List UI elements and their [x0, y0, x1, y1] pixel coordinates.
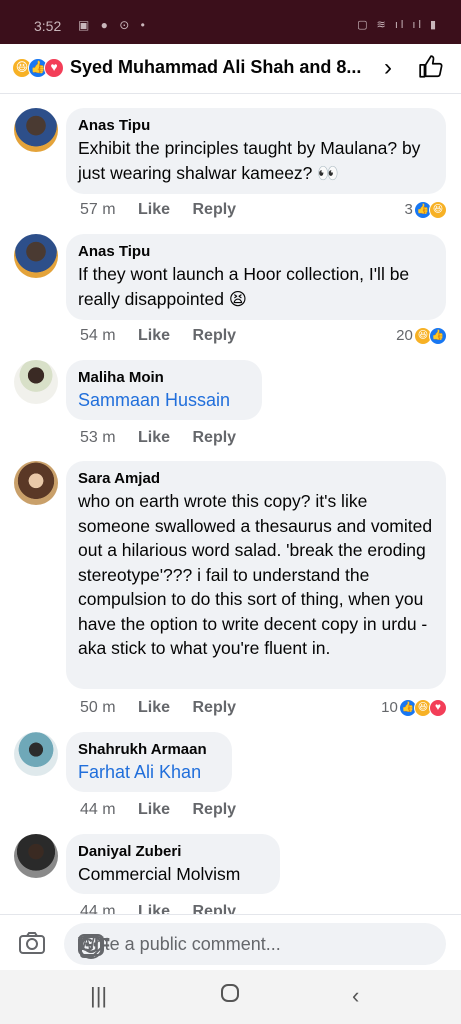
- comment-bubble[interactable]: Sara Amjad who on earth wrote this copy?…: [66, 461, 446, 689]
- avatar[interactable]: [14, 108, 58, 152]
- reply-button[interactable]: Reply: [193, 429, 237, 446]
- status-time: 3:52: [34, 18, 62, 34]
- like-button[interactable]: Like: [138, 327, 170, 344]
- reply-button[interactable]: Reply: [193, 699, 237, 716]
- comment-author[interactable]: Anas Tipu: [78, 242, 434, 262]
- post-header: 😆 👍 ♥ Syed Muhammad Ali Shah and 8... ›: [0, 44, 461, 94]
- tagged-user-link[interactable]: Sammaan Hussain: [78, 388, 250, 412]
- camera-icon[interactable]: [18, 930, 46, 961]
- like-outline-icon[interactable]: [418, 54, 444, 85]
- comment-author[interactable]: Maliha Moin: [78, 368, 250, 388]
- chevron-right-icon[interactable]: ›: [384, 54, 392, 82]
- system-nav-bar: ||| ‹: [0, 970, 461, 1024]
- reply-button[interactable]: Reply: [193, 327, 237, 344]
- reply-button[interactable]: Reply: [193, 801, 237, 818]
- recent-apps-icon[interactable]: |||: [90, 983, 107, 1009]
- comment-actions: 50 m Like Reply: [80, 699, 254, 717]
- like-icon: 👍: [429, 327, 447, 346]
- comment-time[interactable]: 44 m: [80, 801, 116, 818]
- reply-button[interactable]: Reply: [193, 201, 237, 218]
- reaction-count[interactable]: 10 👍 😆 ♥: [381, 698, 447, 718]
- reaction-count-text: 10: [381, 699, 398, 716]
- love-icon: ♥: [429, 699, 447, 718]
- comment-time[interactable]: 50 m: [80, 699, 116, 716]
- comment-time[interactable]: 54 m: [80, 327, 116, 344]
- comment-bubble[interactable]: Shahrukh Armaan Farhat Ali Khan: [66, 732, 232, 792]
- comment-text: Commercial Molvism: [78, 864, 241, 884]
- comment-author[interactable]: Anas Tipu: [78, 116, 434, 136]
- comment-author[interactable]: Sara Amjad: [78, 469, 434, 489]
- avatar[interactable]: [14, 234, 58, 278]
- comment-bubble[interactable]: Anas Tipu Exhibit the principles taught …: [66, 108, 446, 194]
- avatar[interactable]: [14, 732, 58, 776]
- reaction-count[interactable]: 3 👍 😆: [404, 200, 447, 220]
- reaction-count[interactable]: 20 😆 👍: [396, 326, 447, 346]
- like-button[interactable]: Like: [138, 429, 170, 446]
- status-bar: 3:52 ▣ ● ⊙ • ▢ ≋ ıl ıl ▮: [0, 0, 461, 44]
- avatar[interactable]: [14, 461, 58, 505]
- like-button[interactable]: Like: [138, 801, 170, 818]
- comment-author[interactable]: Shahrukh Armaan: [78, 740, 220, 760]
- avatar[interactable]: [14, 834, 58, 878]
- comment-actions: 53 m Like Reply: [80, 429, 254, 447]
- comment-bubble[interactable]: Maliha Moin Sammaan Hussain: [66, 360, 262, 420]
- tagged-user-link[interactable]: Farhat Ali Khan: [78, 760, 220, 784]
- comment-actions: 44 m Like Reply: [80, 801, 254, 819]
- reaction-count-text: 20: [396, 327, 413, 344]
- system-icons: ▢ ≋ ıl ıl ▮: [357, 19, 439, 31]
- header-reactions[interactable]: 😆 👍 ♥: [12, 58, 68, 80]
- avatar[interactable]: [14, 360, 58, 404]
- like-button[interactable]: Like: [138, 201, 170, 218]
- comment-text: If they wont launch a Hoor collection, I…: [78, 264, 410, 309]
- reactors-title[interactable]: Syed Muhammad Ali Shah and 8...: [70, 57, 361, 78]
- comment-author[interactable]: Daniyal Zuberi: [78, 842, 268, 862]
- notification-icons: ▣ ● ⊙ •: [78, 18, 149, 32]
- haha-icon: 😆: [429, 201, 447, 220]
- comment-actions: 57 m Like Reply: [80, 201, 254, 219]
- home-icon[interactable]: [220, 983, 240, 1009]
- comment-text: who on earth wrote this copy? it's like …: [78, 491, 433, 658]
- love-icon: ♥: [44, 58, 64, 78]
- comment-time[interactable]: 57 m: [80, 201, 116, 218]
- comment-bubble[interactable]: Daniyal Zuberi Commercial Molvism: [66, 834, 280, 894]
- emoji-icon[interactable]: [78, 934, 104, 965]
- comment-text: Exhibit the principles taught by Maulana…: [78, 138, 421, 183]
- comment-actions: 54 m Like Reply: [80, 327, 254, 345]
- comment-bubble[interactable]: Anas Tipu If they wont launch a Hoor col…: [66, 234, 446, 320]
- comment-composer: Write a public comment... GIF: [0, 914, 461, 970]
- reaction-count-text: 3: [404, 201, 413, 218]
- like-button[interactable]: Like: [138, 699, 170, 716]
- comment-input[interactable]: Write a public comment... GIF: [64, 923, 446, 965]
- comment-time[interactable]: 53 m: [80, 429, 116, 446]
- back-icon[interactable]: ‹: [352, 983, 359, 1009]
